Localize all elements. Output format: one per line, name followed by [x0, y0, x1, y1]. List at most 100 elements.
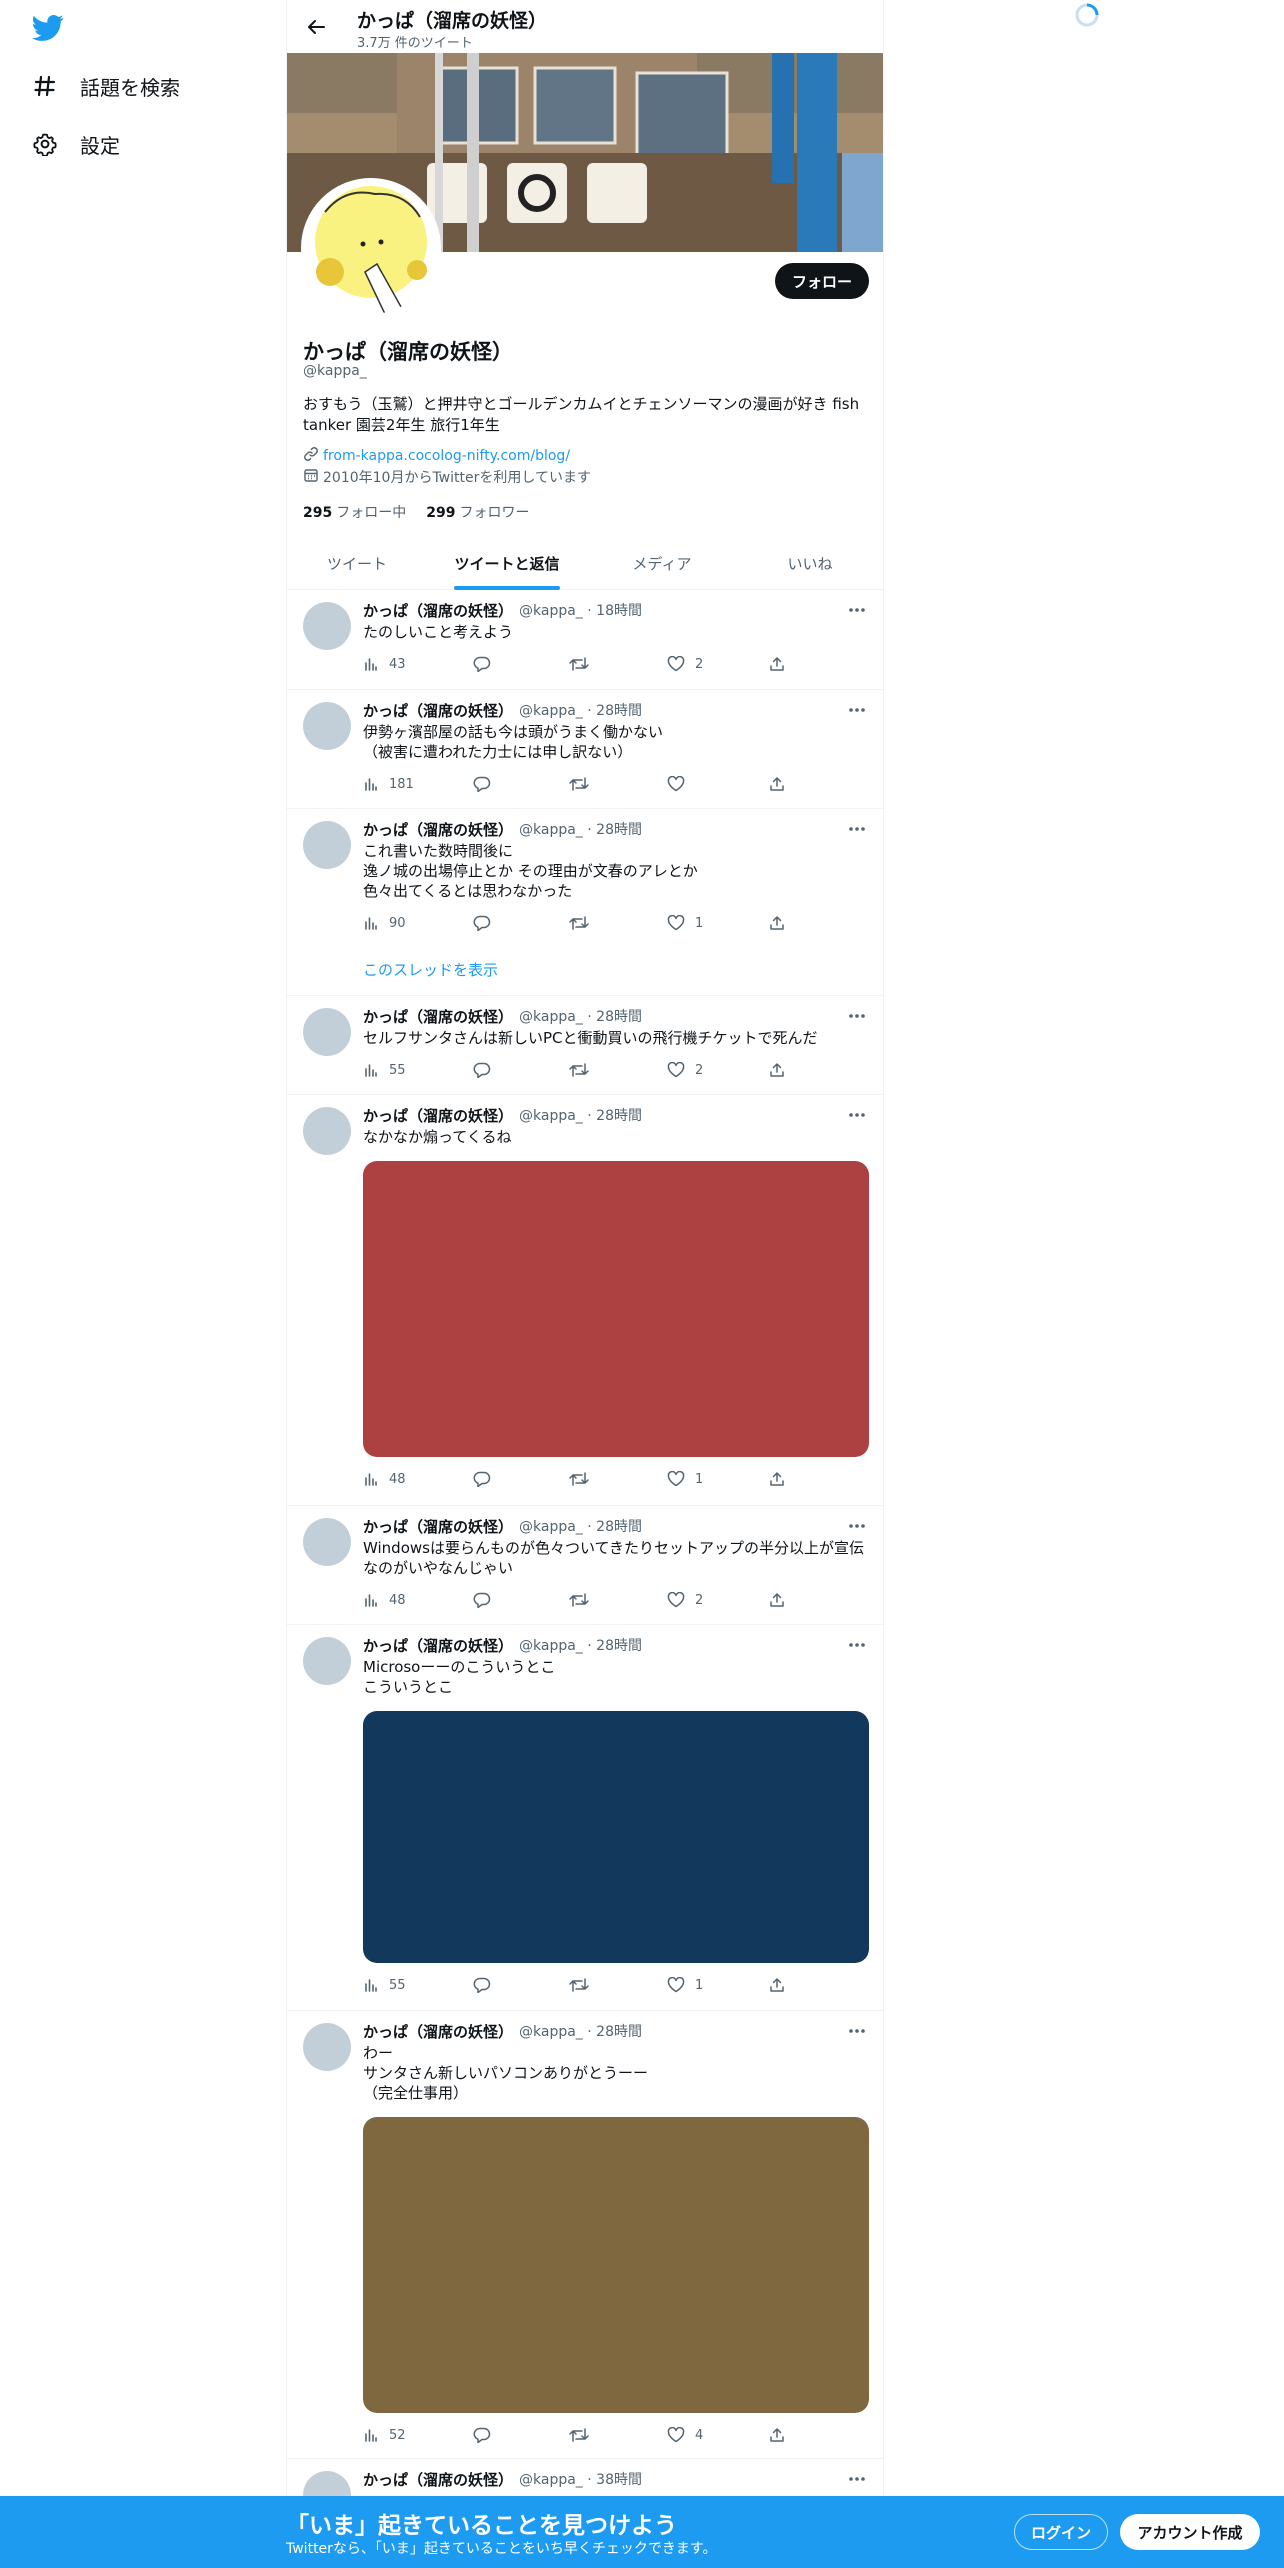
like-button[interactable] — [667, 776, 695, 792]
retweet-button[interactable] — [569, 656, 599, 672]
like-button[interactable]: 4 — [667, 2427, 703, 2443]
views-button[interactable]: 90 — [363, 915, 406, 931]
share-button[interactable] — [769, 1062, 795, 1078]
follow-button[interactable]: フォロー — [775, 263, 869, 299]
like-button[interactable]: 1 — [667, 915, 703, 931]
reply-button[interactable] — [473, 2427, 501, 2443]
retweet-button[interactable] — [569, 776, 599, 792]
tweet[interactable]: かっぱ（溜席の妖怪） @kappa_ · 18時間 たのしいこと考えよう 43 2 — [287, 590, 883, 690]
tweet-handle-time[interactable]: @kappa_ · 28時間 — [519, 819, 642, 840]
nav-settings[interactable]: 設定 — [32, 124, 120, 164]
tab-likes[interactable]: いいね — [737, 537, 883, 590]
tweet-handle-time[interactable]: @kappa_ · 38時間 — [519, 2469, 642, 2490]
reply-button[interactable] — [473, 1062, 501, 1078]
more-options-icon[interactable] — [845, 819, 869, 839]
tweet-avatar[interactable] — [303, 2023, 351, 2071]
retweet-button[interactable] — [569, 915, 599, 931]
share-button[interactable] — [769, 656, 795, 672]
more-options-icon[interactable] — [845, 2021, 869, 2041]
views-button[interactable]: 48 — [363, 1471, 406, 1487]
tweet-author-name[interactable]: かっぱ（溜席の妖怪） — [363, 700, 513, 721]
tweet-handle-time[interactable]: @kappa_ · 28時間 — [519, 2021, 642, 2042]
share-button[interactable] — [769, 1592, 795, 1608]
more-options-icon[interactable] — [845, 1516, 869, 1536]
following-link[interactable]: 295 フォロー中 — [303, 502, 406, 522]
tweet-author-name[interactable]: かっぱ（溜席の妖怪） — [363, 1516, 513, 1537]
tweet-author-name[interactable]: かっぱ（溜席の妖怪） — [363, 819, 513, 840]
like-button[interactable]: 2 — [667, 656, 703, 672]
more-options-icon[interactable] — [845, 2469, 869, 2489]
profile-url[interactable]: from-kappa.cocolog-nifty.com/blog/ — [303, 446, 570, 466]
tweet[interactable]: かっぱ（溜席の妖怪） @kappa_ · 28時間 なかなか煽ってくるね 48 1 — [287, 1095, 883, 1506]
views-button[interactable]: 55 — [363, 1062, 406, 1078]
views-button[interactable]: 181 — [363, 776, 414, 792]
views-button[interactable]: 48 — [363, 1592, 406, 1608]
tweet-handle-time[interactable]: @kappa_ · 28時間 — [519, 1105, 642, 1126]
retweet-button[interactable] — [569, 1592, 599, 1608]
tweet[interactable]: かっぱ（溜席の妖怪） @kappa_ · 28時間 Windowsは要らんものが色々… — [287, 1506, 883, 1625]
tweet-author-name[interactable]: かっぱ（溜席の妖怪） — [363, 2469, 513, 2490]
reply-button[interactable] — [473, 656, 501, 672]
tweet-handle-time[interactable]: @kappa_ · 28時間 — [519, 1516, 642, 1537]
tweet-handle-time[interactable]: @kappa_ · 28時間 — [519, 1006, 642, 1027]
share-button[interactable] — [769, 776, 795, 792]
reply-button[interactable] — [473, 1471, 501, 1487]
tweet[interactable]: かっぱ（溜席の妖怪） @kappa_ · 28時間 伊勢ヶ濱部屋の話も今は頭がうまく… — [287, 690, 883, 809]
tweet-avatar[interactable] — [303, 1008, 351, 1056]
tweet-handle-time[interactable]: @kappa_ · 18時間 — [519, 600, 642, 621]
like-button[interactable]: 1 — [667, 1977, 703, 1993]
like-button[interactable]: 2 — [667, 1062, 703, 1078]
views-button[interactable]: 52 — [363, 2427, 406, 2443]
reply-button[interactable] — [473, 776, 501, 792]
like-button[interactable]: 2 — [667, 1592, 703, 1608]
tweet[interactable]: かっぱ（溜席の妖怪） @kappa_ · 28時間 これ書いた数時間後に 逸ノ城の出場… — [287, 809, 883, 996]
tweet-author-name[interactable]: かっぱ（溜席の妖怪） — [363, 600, 513, 621]
tweet-handle-time[interactable]: @kappa_ · 28時間 — [519, 1635, 642, 1656]
more-options-icon[interactable] — [845, 1105, 869, 1125]
reply-button[interactable] — [473, 1977, 501, 1993]
like-button[interactable]: 1 — [667, 1471, 703, 1487]
tweet[interactable]: かっぱ（溜席の妖怪） @kappa_ · 28時間 セルフサンタさんは新しいPCと衝… — [287, 996, 883, 1095]
tweet-avatar[interactable] — [303, 1518, 351, 1566]
tweet-author-name[interactable]: かっぱ（溜席の妖怪） — [363, 1105, 513, 1126]
views-button[interactable]: 55 — [363, 1977, 406, 1993]
more-options-icon[interactable] — [845, 1006, 869, 1026]
tweet-author-name[interactable]: かっぱ（溜席の妖怪） — [363, 1006, 513, 1027]
tweet[interactable]: かっぱ（溜席の妖怪） @kappa_ · 28時間 わー サンタさん新しいパソコンあり… — [287, 2011, 883, 2459]
tweet-image[interactable] — [363, 2117, 869, 2413]
twitter-bird-icon[interactable] — [32, 14, 64, 42]
tweet-image[interactable] — [363, 1711, 869, 1963]
followers-link[interactable]: 299 フォロワー — [426, 502, 529, 522]
tab-tweets-and-replies[interactable]: ツイートと返信 — [427, 537, 587, 590]
retweet-button[interactable] — [569, 1471, 599, 1487]
share-button[interactable] — [769, 1977, 795, 1993]
tweet-author-name[interactable]: かっぱ（溜席の妖怪） — [363, 1635, 513, 1656]
back-arrow-icon[interactable] — [301, 12, 331, 42]
share-button[interactable] — [769, 915, 795, 931]
nav-explore[interactable]: 話題を検索 — [32, 66, 180, 106]
profile-avatar[interactable] — [301, 178, 441, 318]
more-options-icon[interactable] — [845, 1635, 869, 1655]
reply-button[interactable] — [473, 1592, 501, 1608]
share-button[interactable] — [769, 2427, 795, 2443]
show-thread-link[interactable]: このスレッドを表示 — [363, 959, 498, 980]
tweet-avatar[interactable] — [303, 1637, 351, 1685]
login-button[interactable]: ログイン — [1014, 2514, 1108, 2550]
tab-media[interactable]: メディア — [587, 537, 737, 590]
tweet-author-name[interactable]: かっぱ（溜席の妖怪） — [363, 2021, 513, 2042]
retweet-button[interactable] — [569, 1062, 599, 1078]
tab-tweets[interactable]: ツイート — [287, 537, 427, 590]
reply-button[interactable] — [473, 915, 501, 931]
retweet-button[interactable] — [569, 1977, 599, 1993]
profile-url-text[interactable]: from-kappa.cocolog-nifty.com/blog/ — [323, 448, 570, 464]
more-options-icon[interactable] — [845, 700, 869, 720]
tweet-handle-time[interactable]: @kappa_ · 28時間 — [519, 700, 642, 721]
tweet-avatar[interactable] — [303, 821, 351, 869]
tweet[interactable]: かっぱ（溜席の妖怪） @kappa_ · 28時間 Microsoーーのこういうとこ… — [287, 1625, 883, 2011]
signup-button[interactable]: アカウント作成 — [1120, 2514, 1260, 2550]
more-options-icon[interactable] — [845, 600, 869, 620]
views-button[interactable]: 43 — [363, 656, 406, 672]
share-button[interactable] — [769, 1471, 795, 1487]
tweet-avatar[interactable] — [303, 602, 351, 650]
retweet-button[interactable] — [569, 2427, 599, 2443]
